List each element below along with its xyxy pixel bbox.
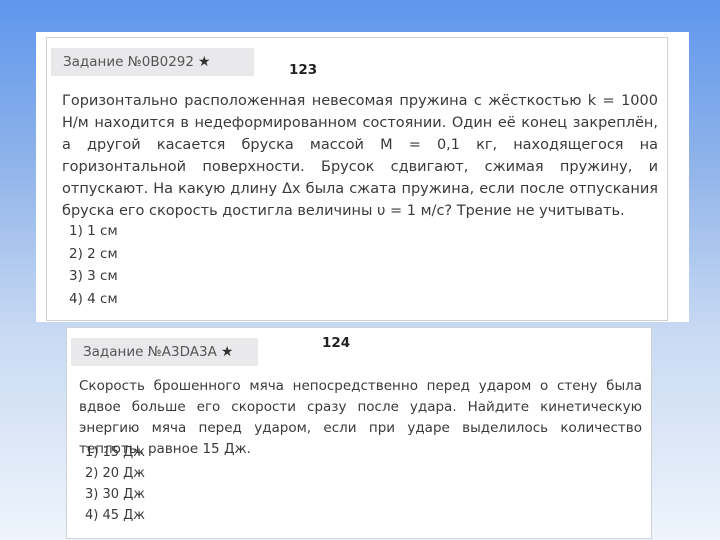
answer-option: 3) 3 см [69, 268, 118, 285]
answer-option: 1) 1 см [69, 223, 118, 239]
answer-option: 4) 45 Дж [85, 508, 146, 523]
answer-option: 1) 15 Дж [85, 445, 146, 460]
answer-option: 2) 2 см [69, 245, 118, 262]
answer-option: 3) 30 Дж [85, 487, 146, 502]
answer-options: 1) 1 см 2) 2 см 3) 3 см 4) 4 см [69, 220, 118, 311]
task-card-123: Задание №0B0292 ★ 123 Горизонтально распо… [46, 37, 668, 321]
answer-option: 2) 20 Дж [85, 466, 146, 481]
answer-options: 1) 15 Дж 2) 20 Дж 3) 30 Дж 4) 45 Дж [85, 442, 145, 526]
task-card-124: Задание №A3DA3A ★ 124 Скорость брошенного… [66, 327, 652, 539]
task-number: 124 [322, 335, 351, 351]
task-header: Задание №0B0292 ★ [51, 48, 254, 76]
question-text: Горизонтально расположенная невесомая пр… [62, 93, 658, 219]
task-header: Задание №A3DA3A ★ [71, 338, 258, 366]
question-text: Скорость брошенного мяча непосредственно… [79, 378, 642, 457]
star-icon[interactable]: ★ [221, 344, 234, 360]
answer-option: 4) 4 см [69, 291, 118, 308]
task-id: Задание №0B0292 [63, 54, 194, 70]
task-id: Задание №A3DA3A [83, 344, 217, 360]
star-icon[interactable]: ★ [198, 54, 211, 70]
task-number: 123 [289, 62, 318, 78]
